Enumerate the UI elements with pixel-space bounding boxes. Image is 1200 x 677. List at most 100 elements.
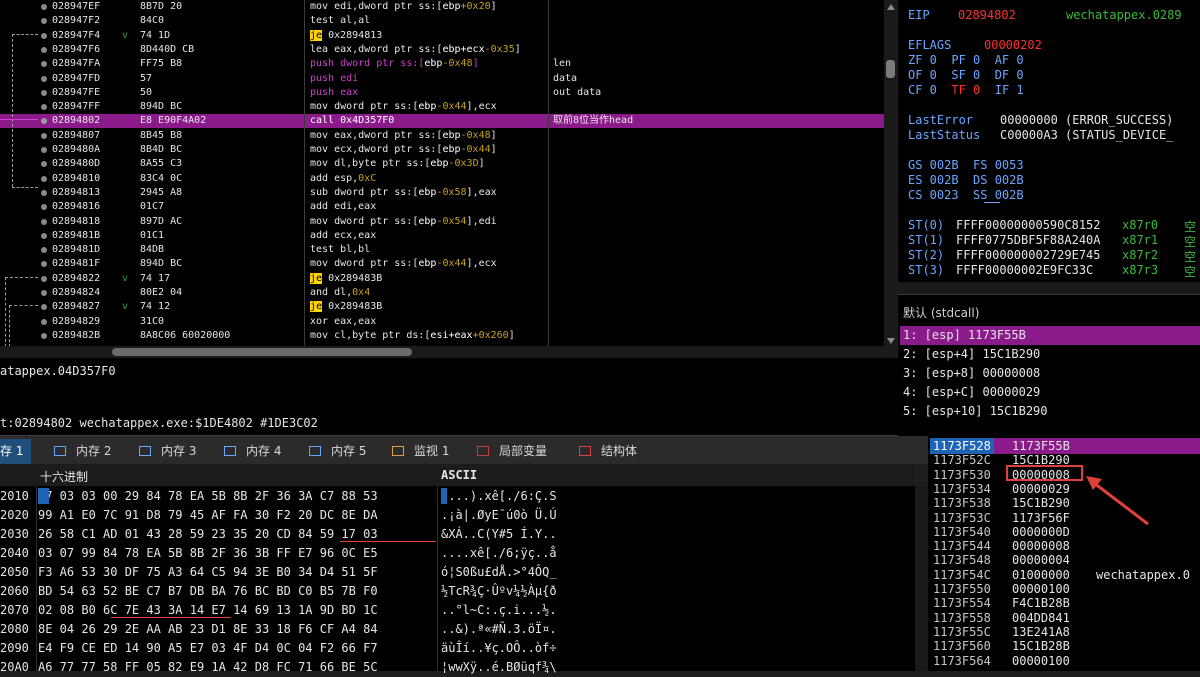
breakpoint-dot-icon[interactable]: [41, 118, 47, 125]
breakpoint-dot-icon[interactable]: [41, 61, 47, 68]
disasm-row[interactable]: 028947F2 84C0 test al,al: [0, 14, 884, 28]
breakpoint-dot-icon[interactable]: [41, 261, 47, 268]
segment-row-1[interactable]: GS 002B FS 0053: [908, 158, 1024, 172]
stack-value[interactable]: 00000100: [1012, 653, 1070, 669]
disasm-row[interactable]: 02894813 2945 A8 sub dword ptr ss:[ebp-0x5…: [0, 186, 884, 200]
breakpoint-dot-icon[interactable]: [41, 290, 47, 296]
eip-value[interactable]: 02894802: [958, 8, 1016, 22]
dump-hex-bytes[interactable]: 17 03 03 00 29 84 78 EA 5B 8B 2F 36 3A C…: [38, 487, 378, 506]
dump-row[interactable]: 2080 8E 04 26 29 2E AA AB 23 D1 8E 33 18 …: [0, 620, 915, 639]
disasm-row[interactable]: 02894829 31C0 xor eax,eax: [0, 315, 884, 329]
disasm-row[interactable]: 02894802 E8 E90F4A02 call 0x4D357F0 取前8位当作h…: [0, 114, 884, 129]
breakpoint-dot-icon[interactable]: [41, 32, 47, 39]
tab-4[interactable]: 内存 4: [222, 439, 289, 464]
disasm-row[interactable]: 02894827 v 74 12 je 0x289483B: [0, 300, 884, 314]
dump-ascii[interactable]: &XÁ..C(Y#5 Í.Y..: [441, 525, 557, 544]
stack-row[interactable]: 1173F564 00000100: [930, 653, 1200, 669]
hex-column-header[interactable]: 十六进制: [40, 468, 88, 485]
call-argument-row[interactable]: 2: [esp+4] 15C1B290: [900, 345, 1200, 364]
dump-row[interactable]: 2060 BD 54 63 52 BE C7 B7 DB BA 76 BC BD …: [0, 582, 915, 601]
fpu-register-value[interactable]: FFFF00000002E9FC33C: [956, 263, 1093, 277]
calling-convention-label[interactable]: 默认 (stdcall): [903, 304, 979, 321]
dump-ascii[interactable]: ....xê[./6;ÿç..å: [441, 544, 557, 563]
dump-hex-bytes[interactable]: 26 58 C1 AD 01 43 28 59 23 35 20 CD 84 5…: [38, 525, 378, 544]
breakpoint-dot-icon[interactable]: [41, 332, 47, 339]
registers-pane[interactable]: EIP 02894802 wechatappex.0289 EFLAGS 000…: [898, 0, 1200, 294]
eflags-value[interactable]: 00000202: [984, 38, 1042, 52]
breakpoint-dot-icon[interactable]: [41, 18, 47, 25]
dump-ascii[interactable]: ½TcR¾Ç·Ûºv¼½Àµ{ð: [441, 582, 557, 601]
dump-hex-bytes[interactable]: BD 54 63 52 BE C7 B7 DB BA 76 BC BD C0 B…: [38, 582, 378, 601]
disasm-row[interactable]: 028947EF 8B7D 20 mov edi,dword ptr ss:[ebp…: [0, 0, 884, 14]
breakpoint-dot-icon[interactable]: [41, 304, 47, 311]
breakpoint-dot-icon[interactable]: [41, 104, 47, 111]
dump-hex-bytes[interactable]: A6 77 77 58 FF 05 82 E9 1A 42 D8 FC 71 6…: [38, 658, 378, 677]
segment-row-2[interactable]: ES 002B DS 002B: [908, 173, 1024, 187]
disasm-horizontal-scroll-thumb[interactable]: [112, 348, 412, 356]
disasm-row[interactable]: 02894810 83C4 0C add esp,0xC: [0, 172, 884, 186]
dump-row[interactable]: 2040 03 07 99 84 78 EA 5B 8B 2F 36 3B FF …: [0, 544, 915, 563]
breakpoint-dot-icon[interactable]: [41, 189, 47, 196]
disasm-row[interactable]: 028947FA FF75 B8 push dword ptr ss:[ebp-0x…: [0, 57, 884, 71]
dump-row[interactable]: 2090 E4 F9 CE ED 14 90 A5 E7 03 4F D4 0C …: [0, 639, 915, 658]
disasm-row[interactable]: 0289481F 894D BC mov dword ptr ss:[ebp-0x4…: [0, 257, 884, 271]
tab-1[interactable]: 存 1: [0, 439, 32, 464]
breakpoint-dot-icon[interactable]: [41, 218, 47, 225]
breakpoint-dot-icon[interactable]: [41, 89, 47, 96]
disasm-row[interactable]: 0289480D 8A55 C3 mov dl,byte ptr ss:[ebp-0…: [0, 157, 884, 171]
breakpoint-dot-icon[interactable]: [41, 147, 47, 153]
tab-5[interactable]: 内存 5: [307, 439, 374, 464]
fpu-register-value[interactable]: FFFF00000000590C8152: [956, 218, 1101, 232]
dump-ascii[interactable]: .¡à|.ØyE¯ú0ò Ü.Ú: [441, 506, 557, 525]
breakpoint-dot-icon[interactable]: [41, 4, 47, 10]
breakpoint-dot-icon[interactable]: [41, 247, 47, 254]
segment-row-3[interactable]: CS 0023 SS 002B: [908, 188, 1024, 202]
breakpoint-dot-icon[interactable]: [41, 318, 47, 325]
dump-hex-bytes[interactable]: F3 A6 53 30 DF 75 A3 64 C5 94 3E B0 34 D…: [38, 563, 378, 582]
disasm-row[interactable]: 028947FD 57 push edi data: [0, 72, 884, 86]
disasm-row[interactable]: 0289480A 8B4D BC mov ecx,dword ptr ss:[ebp…: [0, 143, 884, 157]
breakpoint-dot-icon[interactable]: [41, 46, 47, 53]
dump-row[interactable]: 2010 17 03 03 00 29 84 78 EA 5B 8B 2F 36 …: [0, 487, 915, 506]
dump-ascii[interactable]: ¦wwXÿ..é.BØüqf¾\: [441, 658, 557, 677]
disasm-vertical-scrollbar[interactable]: [884, 0, 897, 358]
disasm-row[interactable]: 028947F6 8D440D CB lea eax,dword ptr ss:[e…: [0, 43, 884, 57]
disasm-row[interactable]: 0289481B 01C1 add ecx,eax: [0, 229, 884, 243]
disassembly-pane[interactable]: 028947EF 8B7D 20 mov edi,dword ptr ss:[ebp…: [0, 0, 884, 346]
disasm-row[interactable]: 02894822 v 74 17 je 0x289483B: [0, 272, 884, 286]
dump-hex-bytes[interactable]: 03 07 99 84 78 EA 5B 8B 2F 36 3B FF E7 9…: [38, 544, 378, 563]
call-argument-row[interactable]: 3: [esp+8] 00000008: [900, 364, 1200, 383]
flags-row-2[interactable]: OF 0 SF 0 DF 0: [908, 68, 1024, 82]
tab-3[interactable]: 内存 3: [137, 439, 204, 464]
breakpoint-dot-icon[interactable]: [41, 275, 47, 282]
call-argument-row[interactable]: 5: [esp+10] 15C1B290: [900, 402, 1200, 421]
dump-ascii[interactable]: ....).xê[./6:Ç.S: [441, 487, 557, 506]
breakpoint-dot-icon[interactable]: [41, 75, 47, 82]
dump-ascii[interactable]: ó¦S0ßu£dÅ.>°4ÔQ_: [441, 563, 557, 582]
dump-row[interactable]: 2030 26 58 C1 AD 01 43 28 59 23 35 20 CD …: [0, 525, 915, 544]
dump-ascii[interactable]: ..°l~C:.ç.i...½.: [441, 601, 557, 620]
lasterror-value[interactable]: 00000000 (ERROR_SUCCESS): [1000, 113, 1173, 127]
scroll-up-arrow-icon[interactable]: [887, 4, 895, 10]
disasm-row[interactable]: 02894807 8B45 B8 mov eax,dword ptr ss:[ebp…: [0, 129, 884, 143]
call-argument-row[interactable]: 4: [esp+C] 00000029: [900, 383, 1200, 402]
dump-ascii[interactable]: ..&).ª«#Ñ.3.öÏ¤.: [441, 620, 557, 639]
fpu-register-value[interactable]: FFFF000000002729E745: [956, 248, 1101, 262]
dump-row[interactable]: 2020 99 A1 E0 7C 91 D8 79 45 AF FA 30 F2 …: [0, 506, 915, 525]
breakpoint-dot-icon[interactable]: [41, 204, 47, 211]
flags-row-3[interactable]: CF 0 TF 0 IF 1: [908, 83, 1024, 97]
tab-2[interactable]: 内存 2: [52, 439, 119, 464]
dump-hex-bytes[interactable]: 8E 04 26 29 2E AA AB 23 D1 8E 33 18 F6 C…: [38, 620, 378, 639]
ascii-column-header[interactable]: ASCII: [441, 468, 477, 482]
disasm-vertical-scroll-thumb[interactable]: [886, 60, 895, 78]
disasm-row[interactable]: 0289481D 84DB test bl,bl: [0, 243, 884, 257]
breakpoint-dot-icon[interactable]: [41, 132, 47, 139]
flags-row-1[interactable]: ZF 0 PF 0 AF 0: [908, 53, 1024, 67]
breakpoint-dot-icon[interactable]: [41, 175, 47, 182]
disasm-row[interactable]: 028947FF 894D BC mov dword ptr ss:[ebp-0x4…: [0, 100, 884, 114]
scroll-down-arrow-icon[interactable]: [887, 338, 895, 344]
breakpoint-dot-icon[interactable]: [41, 232, 47, 239]
disasm-row[interactable]: 02894824 80E2 04 and dl,0x4: [0, 286, 884, 300]
dump-ascii[interactable]: äùÎí..¥ç.OÔ..òf÷: [441, 639, 557, 658]
disasm-row[interactable]: 0289482B 8A8C06 60020000 mov cl,byte ptr d…: [0, 329, 884, 343]
